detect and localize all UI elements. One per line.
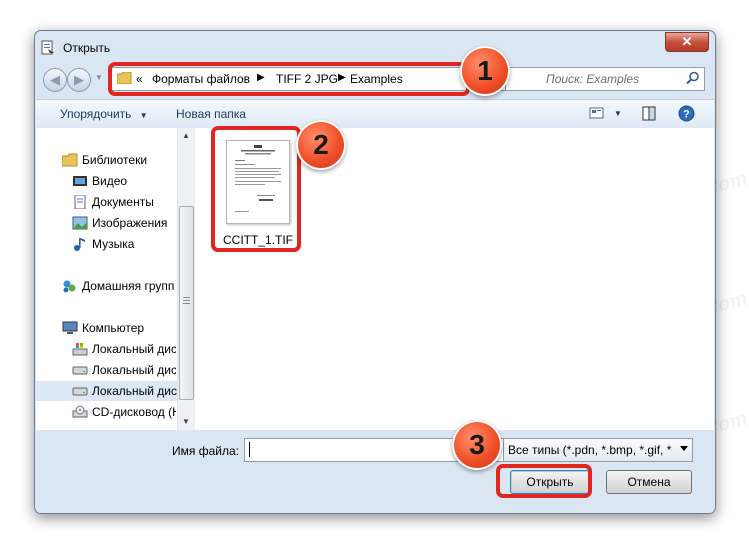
scroll-down-icon[interactable]: ▼ [182,417,190,426]
open-button-highlight [496,464,592,498]
new-folder-button[interactable]: Новая папка [176,107,246,121]
text-caret [249,442,250,457]
forward-arrow-icon: ▶ [74,72,84,87]
drive-icon [72,366,88,375]
sidebar-item-homegroup[interactable]: Домашняя групп [36,276,176,296]
sidebar-scrollbar[interactable]: ▲ ▼ [177,128,195,430]
organize-label: Упорядочить [60,107,132,121]
scrollbar-thumb[interactable] [179,206,194,400]
sidebar-item-video[interactable]: Видео [36,171,176,191]
homegroup-icon [63,280,76,293]
documents-icon [74,195,86,209]
step-badge-1: 1 [460,46,510,96]
music-icon [74,238,85,251]
system-drive-icon [72,343,88,356]
search-icon[interactable] [686,71,700,85]
sidebar-item-label: Документы [92,195,154,209]
chevron-down-icon [680,446,688,451]
sidebar-item-label: Библиотеки [82,153,148,167]
history-dropdown-icon[interactable]: ▼ [95,73,103,82]
sidebar-item-local-disk-3[interactable]: Локальный дис [36,381,177,401]
view-options-icon[interactable] [589,107,605,120]
back-button[interactable]: ◀ [43,68,67,92]
view-dropdown-icon[interactable]: ▼ [614,109,622,118]
sidebar-item-label: Видео [92,174,128,188]
sidebar-item-local-disk-1[interactable]: Локальный дис [36,339,176,359]
sidebar-item-label: Домашняя групп [82,279,175,293]
video-icon [73,176,87,186]
computer-icon [62,321,78,334]
search-box[interactable]: Поиск: Examples [505,67,705,91]
preview-pane-icon[interactable] [642,106,656,121]
cd-drive-icon [72,405,88,418]
open-file-dialog: Открыть ✕ ◀ ▶ ▼ « Форматы файлов ▶ TIFF … [34,30,716,514]
sidebar-item-libraries[interactable]: Библиотеки [36,150,176,170]
file-highlight [211,126,301,252]
chevron-down-icon: ▼ [139,111,148,120]
organize-button[interactable]: Упорядочить ▼ [60,107,148,121]
search-placeholder: Поиск: Examples [546,72,640,86]
window-title: Открыть [63,41,111,55]
pictures-icon [72,216,88,230]
content-area: Библиотеки Видео Документы Изображения М… [36,128,714,430]
sidebar-item-music[interactable]: Музыка [36,234,176,254]
bottom-panel: Имя файла: Все типы (*.pdn, *.bmp, *.gif… [36,430,714,513]
filetype-select[interactable]: Все типы (*.pdn, *.bmp, *.gif, * [503,438,693,462]
sidebar-item-label: Локальный дис [92,342,176,356]
sidebar-item-label: CD-дисковод (Н [92,405,176,419]
help-icon[interactable]: ? [678,105,695,122]
scroll-up-icon[interactable]: ▲ [182,131,190,140]
sidebar-item-label: Изображения [92,216,168,230]
back-arrow-icon: ◀ [50,72,60,87]
title-bar: Открыть ✕ [35,31,715,63]
sidebar-item-computer[interactable]: Компьютер [36,318,176,338]
drive-icon [72,387,88,396]
address-bar-highlight [108,62,470,96]
libraries-icon [62,153,78,167]
close-button[interactable]: ✕ [665,32,709,52]
sidebar-item-label: Музыка [92,237,135,251]
step-badge-2: 2 [296,120,346,170]
navigation-pane: Библиотеки Видео Документы Изображения М… [36,128,195,430]
sidebar-item-pictures[interactable]: Изображения [36,213,176,233]
step-badge-3: 3 [452,420,502,470]
filetype-value: Все типы (*.pdn, *.bmp, *.gif, * [508,443,672,457]
sidebar-item-cd-drive[interactable]: CD-дисковод (Н [36,402,176,422]
sidebar-item-label: Локальный дис [92,384,177,398]
sidebar-item-label: Компьютер [82,321,145,335]
cancel-button[interactable]: Отмена [606,470,692,494]
sidebar-item-local-disk-2[interactable]: Локальный дис [36,360,176,380]
nav-buttons: ◀ ▶ ▼ [43,67,107,93]
forward-button[interactable]: ▶ [67,68,91,92]
svg-text:?: ? [683,109,690,121]
sidebar-item-label: Локальный дис [92,363,176,377]
filename-label: Имя файла: [172,444,239,458]
sidebar-item-documents[interactable]: Документы [36,192,176,212]
command-bar: Упорядочить ▼ Новая папка ▼ ? [36,99,714,129]
app-icon [41,40,54,55]
